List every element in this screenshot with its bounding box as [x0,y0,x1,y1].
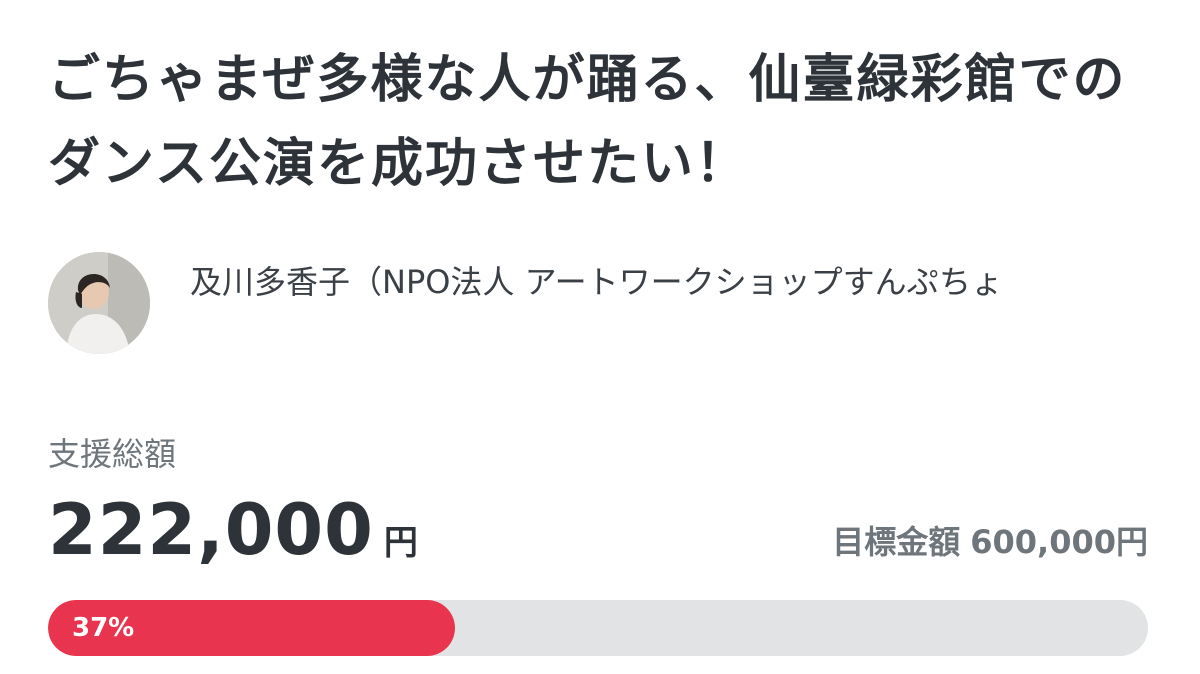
funding-total-value: 222,000 [48,489,374,571]
funding-amount-row: 222,000 円 目標金額 600,000円 [48,490,1148,570]
funding-total-label: 支援総額 [48,435,177,473]
funding-total-amount: 222,000 円 [48,490,419,583]
progress-bar: 37% [48,600,1148,656]
goal-value: 600,000円 [970,523,1148,561]
currency-unit: 円 [383,523,419,563]
project-owner: 及川多香子（NPO法人 アートワークショップすんぷちょ [48,252,1158,354]
owner-name[interactable]: 及川多香子（NPO法人 アートワークショップすんぷちょ [190,256,1130,308]
person-photo-icon [48,252,150,354]
goal-label: 目標金額 [832,523,961,561]
goal-amount: 目標金額 600,000円 [832,520,1148,564]
project-title: ごちゃまぜ多様な人が踊る、仙臺緑彩館でのダンス公演を成功させたい！ [48,50,1127,194]
progress-percent: 37% [72,613,135,643]
owner-avatar[interactable] [48,252,150,354]
